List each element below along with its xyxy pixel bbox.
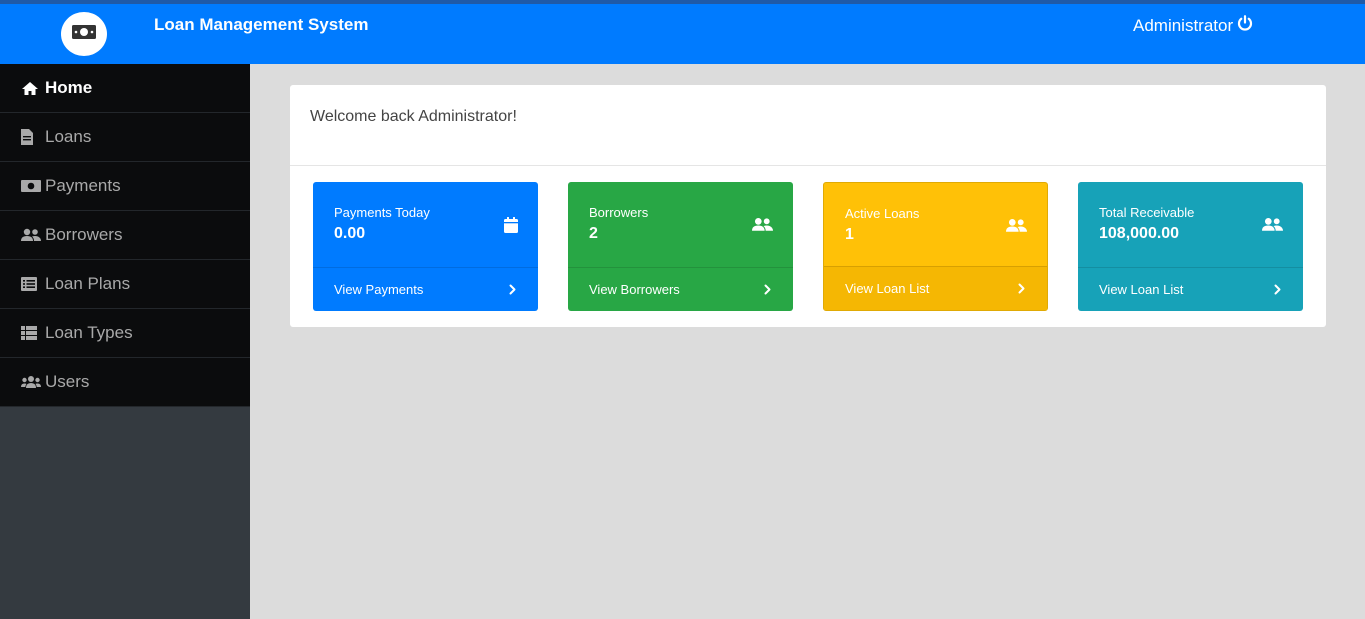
user-friends-icon bbox=[21, 227, 41, 243]
list-alt-icon bbox=[21, 276, 41, 292]
stat-card-payments-today: Payments Today 0.00 View Payments bbox=[313, 182, 538, 311]
money-bill-icon bbox=[71, 23, 97, 46]
money-bill-icon bbox=[21, 178, 41, 194]
sidebar-item-label: Loans bbox=[45, 127, 92, 146]
sidebar-item-borrowers[interactable]: Borrowers bbox=[0, 211, 250, 260]
sidebar-item-label: Loan Plans bbox=[45, 274, 131, 293]
sidebar-item-label: Users bbox=[45, 372, 90, 391]
stat-value: 1 bbox=[845, 226, 854, 243]
footer-link-label: View Loan List bbox=[845, 281, 930, 296]
sidebar-item-label: Borrowers bbox=[45, 225, 123, 244]
users-icon bbox=[21, 374, 41, 390]
stat-card-active-loans: Active Loans 1 View Loan List bbox=[823, 182, 1048, 311]
view-borrowers-link[interactable]: View Borrowers bbox=[568, 267, 793, 311]
user-name: Administrator bbox=[1133, 15, 1234, 35]
footer-link-label: View Loan List bbox=[1099, 282, 1184, 297]
stat-value: 0.00 bbox=[334, 225, 366, 242]
chevron-right-icon bbox=[509, 283, 516, 298]
user-friends-icon bbox=[1262, 217, 1283, 237]
view-loan-list-link[interactable]: View Loan List bbox=[824, 266, 1047, 310]
sidebar-item-loan-types[interactable]: Loan Types bbox=[0, 309, 250, 358]
logo[interactable] bbox=[61, 12, 107, 56]
stat-value: 108,000.00 bbox=[1099, 225, 1180, 242]
stat-card-total-receivable: Total Receivable 108,000.00 View Loan Li… bbox=[1078, 182, 1303, 311]
power-icon[interactable] bbox=[1237, 15, 1253, 36]
footer-link-label: View Borrowers bbox=[589, 282, 680, 297]
user-friends-icon bbox=[752, 217, 773, 237]
view-payments-link[interactable]: View Payments bbox=[313, 267, 538, 311]
stat-card-borrowers: Borrowers 2 View Borrowers bbox=[568, 182, 793, 311]
top-navbar: Loan Management System Administrator bbox=[0, 4, 1365, 64]
app-title: Loan Management System bbox=[154, 15, 369, 34]
chevron-right-icon bbox=[764, 283, 771, 298]
stat-label: Borrowers bbox=[589, 205, 649, 220]
sidebar-item-loan-plans[interactable]: Loan Plans bbox=[0, 260, 250, 309]
user-menu[interactable]: Administrator bbox=[1133, 15, 1253, 36]
sidebar-item-payments[interactable]: Payments bbox=[0, 162, 250, 211]
th-list-icon bbox=[21, 325, 41, 341]
divider bbox=[290, 165, 1326, 166]
user-friends-icon bbox=[1006, 218, 1027, 238]
stat-label: Total Receivable bbox=[1099, 205, 1195, 220]
home-icon bbox=[21, 80, 41, 96]
stat-value: 2 bbox=[589, 225, 598, 242]
welcome-message: Welcome back Administrator! bbox=[310, 108, 517, 125]
sidebar-item-label: Loan Types bbox=[45, 323, 133, 342]
file-invoice-icon bbox=[21, 129, 41, 145]
chevron-right-icon bbox=[1274, 283, 1281, 298]
stat-label: Active Loans bbox=[845, 206, 920, 221]
chevron-right-icon bbox=[1018, 282, 1025, 297]
sidebar-item-label: Home bbox=[45, 78, 93, 97]
sidebar-item-users[interactable]: Users bbox=[0, 358, 250, 407]
calendar-icon bbox=[504, 217, 518, 238]
sidebar-item-loans[interactable]: Loans bbox=[0, 113, 250, 162]
footer-link-label: View Payments bbox=[334, 282, 424, 297]
sidebar-item-label: Payments bbox=[45, 176, 121, 195]
sidebar: Home Loans Payments Borrowers Loan Plans… bbox=[0, 64, 250, 619]
stat-label: Payments Today bbox=[334, 205, 430, 220]
view-loan-list-link[interactable]: View Loan List bbox=[1078, 267, 1303, 311]
sidebar-item-home[interactable]: Home bbox=[0, 64, 250, 113]
